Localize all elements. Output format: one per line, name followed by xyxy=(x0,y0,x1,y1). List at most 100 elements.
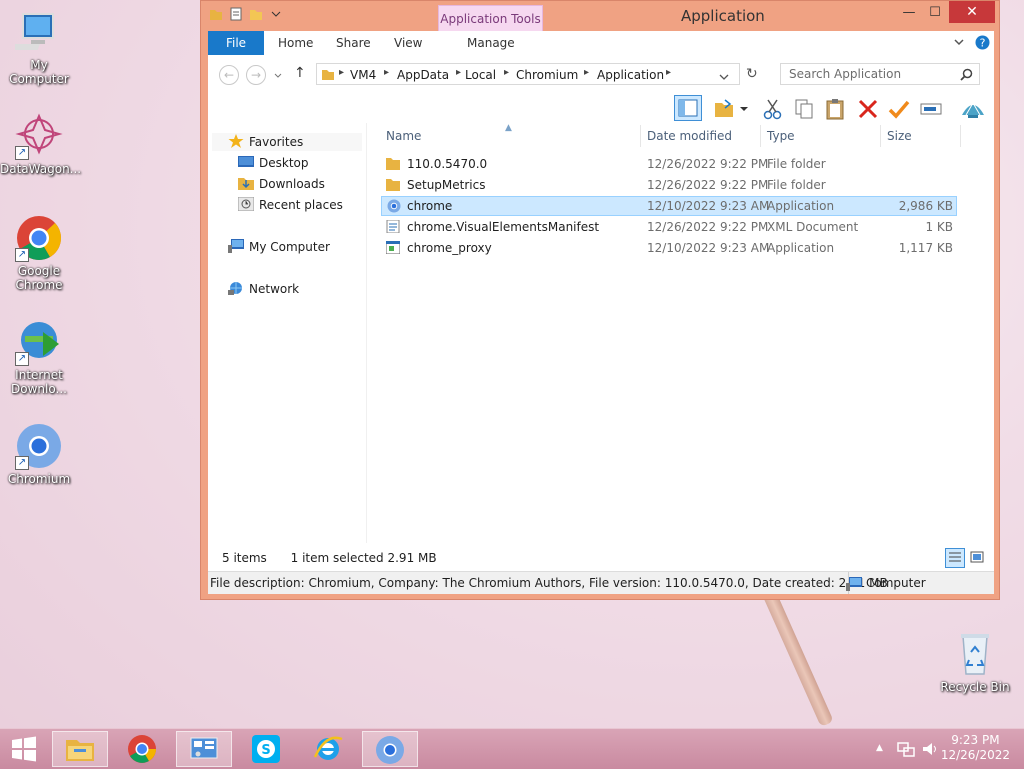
nav-item-downloads[interactable]: Downloads xyxy=(238,175,325,193)
check-icon[interactable] xyxy=(887,97,911,121)
computer-icon xyxy=(9,8,63,56)
chevron-down-icon[interactable] xyxy=(738,97,750,121)
nav-item-my-computer[interactable]: My Computer xyxy=(228,238,330,256)
details-view-button[interactable] xyxy=(945,548,965,568)
file-row[interactable]: chrome.VisualElementsManifest 12/26/2022… xyxy=(381,217,957,237)
desktop-icon-my-computer[interactable]: My Computer xyxy=(0,8,78,86)
breadcrumb-separator-icon[interactable]: ▸ xyxy=(456,67,461,78)
clock-time: 9:23 PM xyxy=(951,733,1000,747)
cut-icon[interactable] xyxy=(761,97,785,121)
help-icon[interactable]: ? xyxy=(975,35,990,53)
nav-item-network[interactable]: Network xyxy=(228,280,299,298)
tab-manage[interactable]: Manage xyxy=(467,31,515,55)
chevron-down-icon[interactable] xyxy=(953,36,965,51)
control-panel-icon xyxy=(188,737,220,767)
refresh-icon[interactable]: ↻ xyxy=(746,66,758,82)
desktop-icon-internet-download-manager[interactable]: ↗ Internet Downlo... xyxy=(0,318,78,396)
desktop-icon-label: My Computer xyxy=(9,58,69,86)
large-icons-view-button[interactable] xyxy=(968,548,988,568)
preview-pane-icon[interactable] xyxy=(674,95,702,121)
column-header-name[interactable]: Name xyxy=(386,129,421,143)
new-folder-icon[interactable] xyxy=(249,7,263,21)
taskbar-internet-explorer[interactable] xyxy=(300,731,356,767)
breadcrumb-vm4[interactable]: VM4 xyxy=(350,68,376,82)
file-explorer-icon xyxy=(64,740,96,767)
breadcrumb-chromium[interactable]: Chromium xyxy=(516,68,578,82)
rename-icon[interactable] xyxy=(919,97,943,121)
file-row[interactable]: 110.0.5470.0 12/26/2022 9:22 PM File fol… xyxy=(381,154,957,174)
tab-view[interactable]: View xyxy=(394,31,422,55)
nav-item-desktop[interactable]: Desktop xyxy=(238,154,309,172)
minimize-button[interactable]: — xyxy=(895,3,923,23)
taskbar-google-chrome[interactable] xyxy=(114,731,170,767)
taskbar-chromium[interactable] xyxy=(362,731,418,767)
volume-icon[interactable] xyxy=(921,741,939,761)
search-input[interactable]: Search Application xyxy=(780,63,980,85)
search-placeholder: Search Application xyxy=(789,67,902,81)
breadcrumb-separator-icon[interactable]: ▸ xyxy=(384,67,389,78)
chromium-icon xyxy=(387,199,401,213)
move-to-icon[interactable] xyxy=(713,97,737,121)
internet-explorer-icon xyxy=(312,736,344,768)
file-name: 110.0.5470.0 xyxy=(407,157,488,171)
breadcrumb-local[interactable]: Local xyxy=(465,68,496,82)
nav-item-favorites[interactable]: Favorites xyxy=(212,133,362,151)
title-bar[interactable]: Application Tools Application — ☐ ✕ xyxy=(201,1,999,32)
desktop-icon-chromium[interactable]: ↗ Chromium xyxy=(0,422,78,486)
file-date: 12/26/2022 9:22 PM xyxy=(647,220,769,234)
taskbar: S ▲ 9:23 PM 12/26/2022 xyxy=(0,728,1024,769)
breadcrumb-application[interactable]: Application xyxy=(597,68,664,82)
taskbar-control-panel[interactable] xyxy=(176,731,232,767)
column-header-type[interactable]: Type xyxy=(767,129,795,143)
tab-file[interactable]: File xyxy=(208,31,264,55)
taskbar-skype[interactable]: S xyxy=(238,731,294,767)
breadcrumb-separator-icon[interactable]: ▸ xyxy=(339,67,344,78)
column-header-date-modified[interactable]: Date modified xyxy=(647,129,732,143)
chevron-down-icon[interactable] xyxy=(269,7,283,21)
breadcrumb-appdata[interactable]: AppData xyxy=(397,68,449,82)
column-divider[interactable] xyxy=(880,125,881,147)
file-date: 12/26/2022 9:22 PM xyxy=(647,157,769,171)
address-history-dropdown-icon[interactable] xyxy=(719,70,729,84)
explorer-window[interactable]: Application Tools Application — ☐ ✕ File… xyxy=(200,0,1000,600)
tab-home[interactable]: Home xyxy=(278,31,313,55)
search-icon[interactable] xyxy=(960,67,973,87)
breadcrumb-separator-icon[interactable]: ▸ xyxy=(666,67,671,78)
file-row-selected[interactable]: chrome 12/10/2022 9:23 AM Application 2,… xyxy=(381,196,957,216)
desktop-icon-google-chrome[interactable]: ↗ Google Chrome xyxy=(0,214,78,292)
maximize-button[interactable]: ☐ xyxy=(921,3,949,23)
file-row[interactable]: chrome_proxy 12/10/2022 9:23 AM Applicat… xyxy=(381,238,957,258)
folder-icon[interactable] xyxy=(209,7,223,21)
tab-share[interactable]: Share xyxy=(336,31,371,55)
system-clock[interactable]: 9:23 PM 12/26/2022 xyxy=(941,733,1010,763)
shell-icon[interactable] xyxy=(960,97,984,121)
navigation-pane: Favorites Desktop Downloads Recent place… xyxy=(208,123,367,543)
start-button[interactable] xyxy=(0,731,48,767)
nav-item-recent-places[interactable]: Recent places xyxy=(237,196,343,214)
column-header-size[interactable]: Size xyxy=(887,129,912,143)
paste-icon[interactable] xyxy=(823,97,847,121)
column-divider[interactable] xyxy=(640,125,641,147)
delete-icon[interactable] xyxy=(856,97,880,121)
recent-locations-icon[interactable] xyxy=(274,69,282,83)
nav-item-label: Recent places xyxy=(259,198,343,212)
show-hidden-icons-icon[interactable]: ▲ xyxy=(876,743,883,753)
file-row[interactable]: SetupMetrics 12/26/2022 9:22 PM File fol… xyxy=(381,175,957,195)
up-arrow-icon[interactable]: ↑ xyxy=(294,65,306,81)
chromium-icon xyxy=(374,736,406,769)
desktop-icon-datawagon[interactable]: ↗ DataWagon... xyxy=(0,112,81,176)
column-divider[interactable] xyxy=(960,125,961,147)
copy-icon[interactable] xyxy=(792,97,816,121)
breadcrumb-separator-icon[interactable]: ▸ xyxy=(504,67,509,78)
network-tray-icon[interactable] xyxy=(897,741,915,761)
desktop-icon-recycle-bin[interactable]: Recycle Bin xyxy=(936,630,1014,694)
breadcrumb-separator-icon[interactable]: ▸ xyxy=(584,67,589,78)
sort-up-icon: ▲ xyxy=(505,123,512,133)
column-divider[interactable] xyxy=(760,125,761,147)
address-bar[interactable]: ▸ VM4 ▸ AppData ▸ Local ▸ Chromium ▸ App… xyxy=(316,63,740,85)
back-button[interactable]: ← xyxy=(219,65,239,85)
properties-icon[interactable] xyxy=(229,7,243,21)
forward-button[interactable]: → xyxy=(246,65,266,85)
close-button[interactable]: ✕ xyxy=(949,1,995,23)
taskbar-file-explorer[interactable] xyxy=(52,731,108,767)
